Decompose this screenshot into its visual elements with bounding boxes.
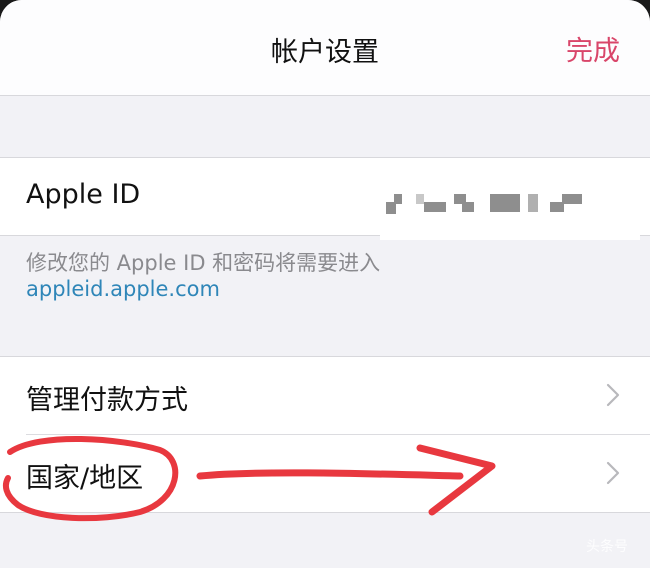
- manage-payment-row[interactable]: 管理付款方式: [0, 357, 650, 434]
- settings-group: 管理付款方式 国家/地区: [0, 356, 650, 513]
- page-title: 帐户设置: [271, 37, 379, 68]
- navigation-bar: 帐户设置 完成: [0, 0, 650, 96]
- apple-id-label: Apple ID: [26, 179, 141, 210]
- manage-payment-label: 管理付款方式: [26, 385, 188, 416]
- country-region-row[interactable]: 国家/地区: [26, 434, 650, 512]
- watermark: 头条号: [586, 539, 628, 555]
- chevron-right-icon: [606, 383, 620, 407]
- appleid-website-link[interactable]: appleid.apple.com: [26, 277, 220, 301]
- apple-id-footer-note: 修改您的 Apple ID 和密码将需要进入: [26, 251, 381, 275]
- country-region-label: 国家/地区: [26, 463, 144, 494]
- chevron-right-icon: [606, 461, 620, 485]
- apple-id-value-redacted: [380, 184, 640, 240]
- account-settings-sheet: 帐户设置 完成 Apple ID 修改您的 Apple ID 和密码将需要进入 …: [0, 0, 650, 568]
- done-button[interactable]: 完成: [566, 29, 620, 68]
